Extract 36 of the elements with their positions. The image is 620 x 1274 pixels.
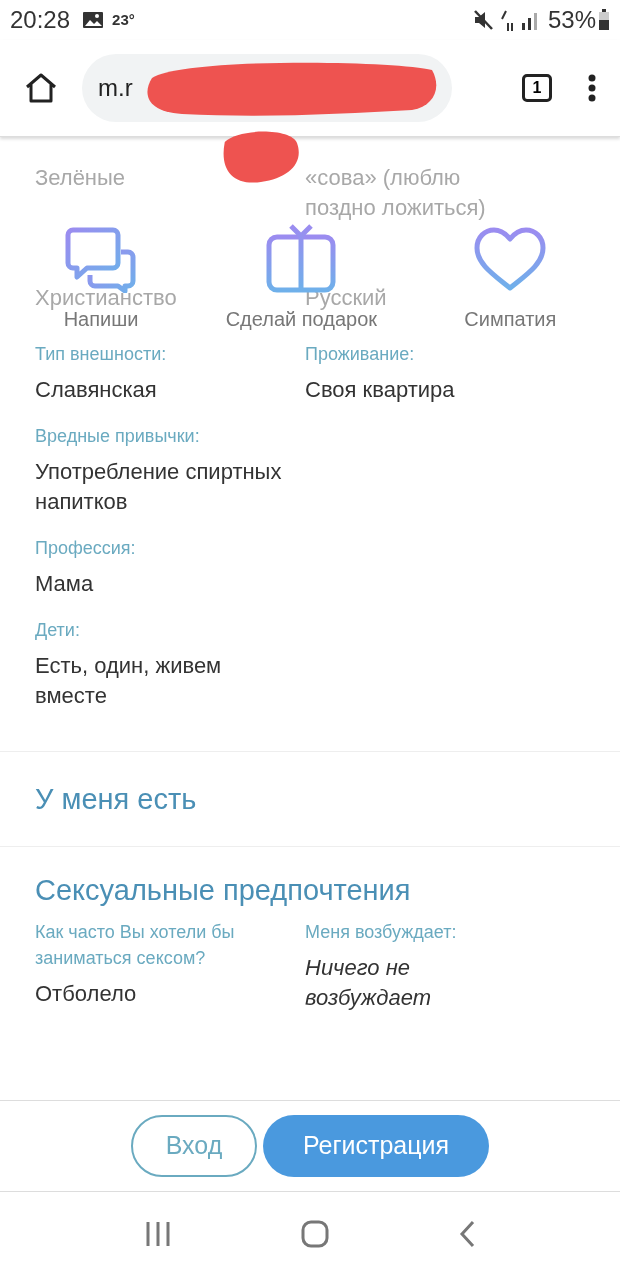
field-value: Ничего не возбуждает [305, 954, 432, 1012]
field-value: Своя квартира [305, 376, 456, 404]
field-value: Русский [305, 284, 388, 312]
section-title: У меня есть [35, 782, 198, 817]
address-bar[interactable]: m.r [82, 54, 452, 122]
home-button-icon[interactable] [301, 1219, 329, 1248]
field-label: Вредные привычки: [35, 425, 201, 448]
clock: 20:28 [10, 5, 71, 35]
field-value: «сова» (люблю поздно ложиться) [305, 164, 487, 222]
field-label: Меня возбуждает: [305, 921, 458, 944]
field-label: Проживание: [305, 343, 416, 366]
action-link[interactable]: Симпатия [464, 307, 557, 331]
field-value: Мама [35, 570, 95, 598]
field-label: Дети: [35, 619, 81, 642]
back-icon[interactable] [459, 1219, 475, 1248]
field-label: Тип внешности: [35, 343, 168, 366]
field-value: Отболело [35, 980, 138, 1008]
field-label: Как часто Вы хотели бы заниматься сексом? [35, 921, 236, 970]
section-title: Сексуальные предпочтения [35, 873, 412, 908]
battery-level: 53% [547, 5, 596, 35]
menu-icon[interactable] [588, 74, 596, 102]
home-icon[interactable] [24, 72, 58, 104]
heart-icon [474, 227, 547, 293]
field-value: Славянская [35, 376, 158, 404]
field-value: Зелёные [35, 164, 126, 192]
field-value: Есть, один, живем вместе [35, 652, 223, 710]
image-icon [82, 11, 105, 29]
tab-count[interactable]: 1 [522, 74, 552, 102]
field-label: Профессия: [35, 537, 137, 560]
recent-apps-icon[interactable] [145, 1220, 171, 1247]
temperature: 23° [112, 9, 135, 30]
mute-icon [471, 9, 494, 31]
field-value: Употребление спиртных напитков [35, 458, 283, 516]
login-button[interactable]: Вход [131, 1115, 257, 1177]
register-button[interactable]: Регистрация [263, 1115, 489, 1177]
battery-icon [598, 9, 610, 31]
